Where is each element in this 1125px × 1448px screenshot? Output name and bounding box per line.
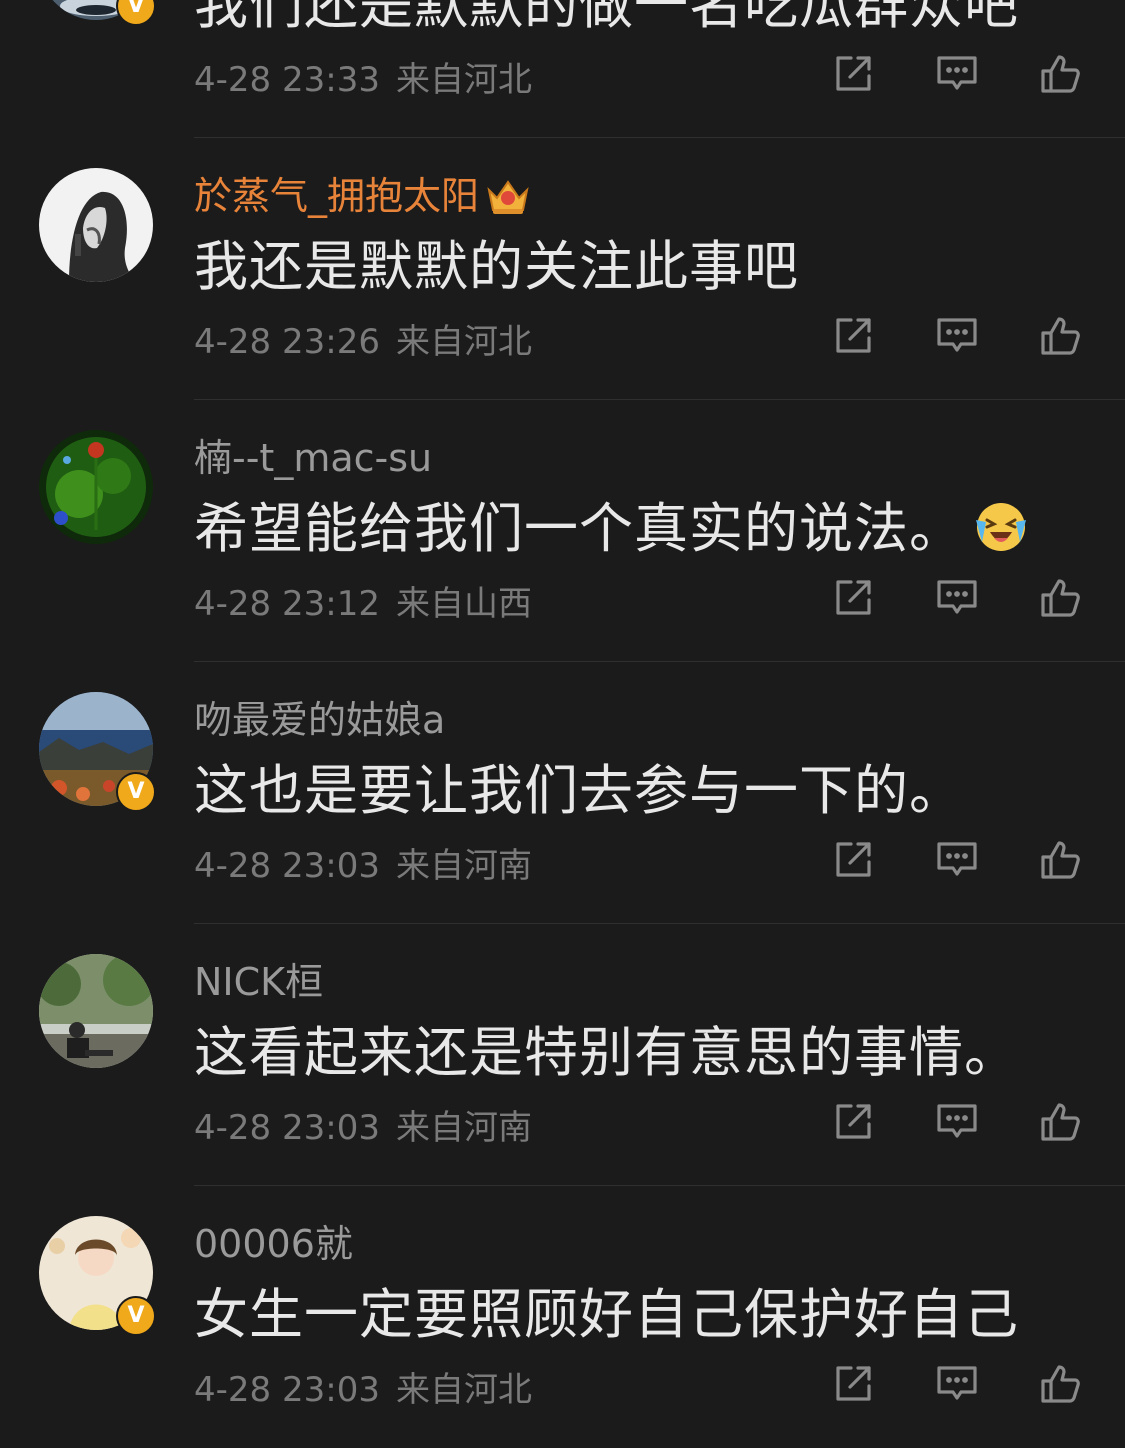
verified-badge: V: [116, 1296, 156, 1336]
like-icon: [1041, 317, 1080, 355]
verified-badge: V: [116, 772, 156, 812]
avatar[interactable]: [39, 430, 153, 544]
share-button[interactable]: [831, 1100, 875, 1144]
comment-item: V 我们还是默默的做一名吃瓜群众吧 4-28 23:33 来自河北: [0, 0, 1125, 138]
verified-badge: V: [116, 0, 156, 26]
comment-meta: 4-28 23:33 来自河北: [194, 58, 532, 102]
username-text: 00006就: [194, 1222, 353, 1266]
username[interactable]: 吻最爱的姑娘a: [194, 698, 445, 742]
share-icon: [836, 842, 871, 877]
comment-meta: 4-28 23:26 来自河北: [194, 320, 532, 364]
comment-text: 这也是要让我们去参与一下的。: [194, 759, 964, 822]
like-button[interactable]: [1039, 576, 1083, 620]
comment-item: 楠--t_mac-su 希望能给我们一个真实的说法。 4-28 23:12 来自山…: [0, 400, 1125, 662]
comment-time: 4-28 23:33: [194, 60, 380, 100]
comment-actions: [831, 1100, 1083, 1144]
share-icon: [836, 56, 871, 91]
comment-location: 来自河北: [395, 60, 532, 100]
comment-time: 4-28 23:12: [194, 584, 380, 624]
comment-time: 4-28 23:03: [194, 1370, 380, 1410]
like-icon: [1041, 1365, 1080, 1403]
like-icon: [1041, 579, 1080, 617]
share-button[interactable]: [831, 838, 875, 882]
comment-button[interactable]: [935, 52, 979, 96]
like-button[interactable]: [1039, 1100, 1083, 1144]
comment-text: 我们还是默默的做一名吃瓜群众吧: [194, 0, 1019, 36]
comment-item: 於蒸气_拥抱太阳 我还是默默的关注此事吧 4-28 23:26 来自河北: [0, 138, 1125, 400]
comment-text: 我还是默默的关注此事吧: [194, 235, 799, 298]
comment-time: 4-28 23:03: [194, 846, 380, 886]
comment-icon: [937, 56, 977, 90]
username-text: 吻最爱的姑娘a: [194, 698, 446, 742]
comment-feed: V 我们还是默默的做一名吃瓜群众吧 4-28 23:33 来自河北 於蒸气_拥抱…: [0, 0, 1125, 1448]
comment-button[interactable]: [935, 314, 979, 358]
comment-actions: [831, 1362, 1083, 1406]
comment-meta: 4-28 23:12 来自山西: [194, 582, 532, 626]
comment-actions: [831, 576, 1083, 620]
comment-location: 来自河北: [395, 322, 532, 362]
comment-meta: 4-28 23:03 来自河南: [194, 1106, 532, 1150]
comment-text: 女生一定要照顾好自己保护好自己: [194, 1283, 1019, 1346]
comment-meta: 4-28 23:03 来自河南: [194, 844, 532, 888]
comment-actions: [831, 838, 1083, 882]
username-text: 楠--t_mac-su: [194, 436, 433, 480]
like-icon: [1041, 1103, 1080, 1141]
share-icon: [836, 1366, 871, 1401]
comment-location: 来自山西: [395, 584, 532, 624]
comment-icon: [937, 1104, 977, 1138]
share-icon: [836, 580, 871, 615]
like-button[interactable]: [1039, 838, 1083, 882]
username[interactable]: 楠--t_mac-su: [194, 436, 432, 480]
share-icon: [836, 1104, 871, 1139]
username-text: 於蒸气_拥抱太阳: [194, 174, 480, 218]
comment-location: 来自河南: [395, 1108, 532, 1148]
comment-item: V 吻最爱的姑娘a 这也是要让我们去参与一下的。 4-28 23:03 来自河南: [0, 662, 1125, 924]
share-button[interactable]: [831, 52, 875, 96]
like-button[interactable]: [1039, 1362, 1083, 1406]
crown-badge-icon: [487, 179, 529, 214]
laughing-crying-emoji-icon: [976, 503, 1026, 552]
username[interactable]: 於蒸气_拥抱太阳: [194, 174, 531, 218]
comment-text: 这看起来还是特别有意思的事情。: [194, 1021, 1019, 1084]
share-button[interactable]: [831, 576, 875, 620]
comment-icon: [937, 1366, 977, 1400]
comment-button[interactable]: [935, 1100, 979, 1144]
like-icon: [1041, 841, 1080, 879]
like-icon: [1041, 55, 1080, 93]
comment-icon: [937, 318, 977, 352]
like-button[interactable]: [1039, 314, 1083, 358]
avatar[interactable]: [39, 954, 153, 1068]
comment-icon: [937, 842, 977, 876]
comment-actions: [831, 314, 1083, 358]
comment-text: 希望能给我们一个真实的说法。: [194, 496, 1030, 562]
comment-text-content: 希望能给我们一个真实的说法。: [194, 497, 964, 560]
comment-location: 来自河北: [395, 1370, 532, 1410]
username[interactable]: NICK桓: [194, 960, 323, 1004]
comment-button[interactable]: [935, 838, 979, 882]
comment-button[interactable]: [935, 576, 979, 620]
share-button[interactable]: [831, 314, 875, 358]
comment-item: NICK桓 这看起来还是特别有意思的事情。 4-28 23:03 来自河南: [0, 924, 1125, 1186]
like-button[interactable]: [1039, 52, 1083, 96]
username-text: NICK桓: [194, 960, 324, 1004]
comment-time: 4-28 23:26: [194, 322, 380, 362]
comment-icon: [937, 580, 977, 614]
comment-time: 4-28 23:03: [194, 1108, 380, 1148]
share-button[interactable]: [831, 1362, 875, 1406]
username[interactable]: 00006就: [194, 1222, 353, 1266]
comment-location: 来自河南: [395, 846, 532, 886]
comment-meta: 4-28 23:03 来自河北: [194, 1368, 532, 1412]
avatar[interactable]: [39, 168, 153, 282]
comment-actions: [831, 52, 1083, 96]
share-icon: [836, 318, 871, 353]
comment-button[interactable]: [935, 1362, 979, 1406]
